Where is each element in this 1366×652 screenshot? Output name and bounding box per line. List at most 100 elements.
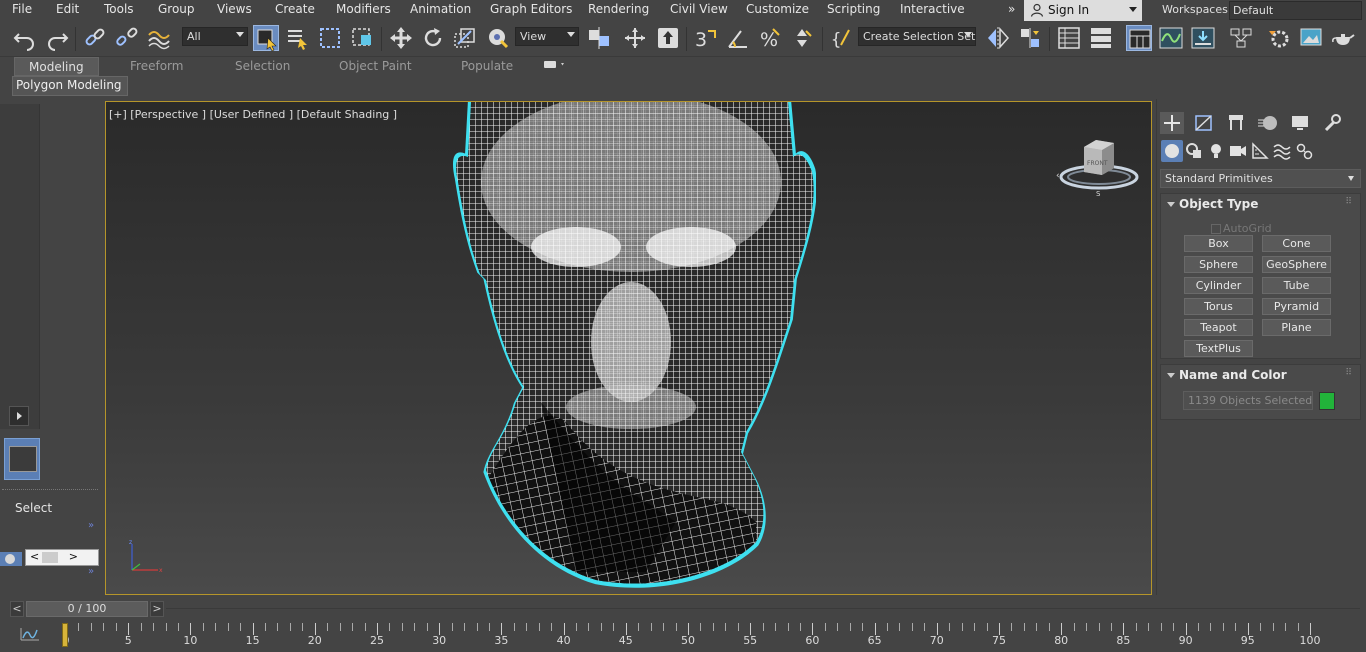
create-tab[interactable] [1160, 112, 1184, 134]
placement-button[interactable] [484, 25, 510, 51]
scene-explorer-button[interactable] [1056, 25, 1082, 51]
object-name-field[interactable]: 1139 Objects Selected [1183, 391, 1313, 410]
curve-editor-button[interactable] [1158, 25, 1184, 51]
workspaces-select[interactable]: Default [1229, 1, 1362, 20]
cone-button[interactable]: Cone [1262, 235, 1331, 252]
scroll-thumb[interactable] [42, 552, 58, 563]
keyboard-shortcut-override-button[interactable] [655, 25, 681, 51]
left-radio-button[interactable] [0, 552, 22, 566]
space-warps-button[interactable] [1271, 140, 1293, 162]
sphere-button[interactable]: Sphere [1184, 256, 1253, 273]
left-selection-tool-button[interactable] [4, 438, 40, 480]
viewport-label[interactable]: [+] [Perspective ] [User Defined ] [Defa… [109, 108, 397, 121]
undo-button[interactable] [12, 25, 38, 51]
menu-civil-view[interactable]: Civil View [670, 2, 728, 16]
toggle-ribbon-button[interactable] [1126, 25, 1152, 51]
menu-graph-editors[interactable]: Graph Editors [490, 2, 572, 16]
percent-snap-button[interactable]: % [757, 25, 783, 51]
modify-tab[interactable] [1192, 112, 1216, 134]
hierarchy-tab[interactable] [1224, 112, 1248, 134]
region-select-button[interactable] [317, 25, 343, 51]
redo-button[interactable] [44, 25, 70, 51]
double-chevron-icon[interactable]: » [88, 566, 94, 577]
autogrid-checkbox[interactable] [1211, 224, 1221, 234]
time-slider-next-button[interactable]: > [150, 601, 164, 617]
pivot-center-button[interactable] [586, 25, 612, 51]
double-chevron-icon[interactable]: » [88, 520, 94, 531]
menu-tools[interactable]: Tools [104, 2, 134, 16]
menu-modifiers[interactable]: Modifiers [336, 2, 391, 16]
wireframe-head-model[interactable] [446, 102, 816, 595]
object-type-title[interactable]: Object Type [1179, 197, 1258, 211]
menu-interactive[interactable]: Interactive [900, 2, 965, 16]
schematic-view-button[interactable] [1228, 25, 1254, 51]
geometry-button[interactable] [1161, 140, 1183, 162]
perspective-viewport[interactable]: [+] [Perspective ] [User Defined ] [Defa… [105, 101, 1152, 595]
move-button[interactable] [388, 25, 414, 51]
scale-button[interactable] [452, 25, 478, 51]
utilities-tab[interactable] [1320, 112, 1344, 134]
tab-modeling[interactable]: Modeling [14, 57, 99, 76]
tube-button[interactable]: Tube [1262, 277, 1331, 294]
snaps-toggle-button[interactable]: 3 [693, 25, 719, 51]
menu-customize[interactable]: Customize [746, 2, 809, 16]
object-color-swatch[interactable] [1319, 392, 1335, 410]
dope-sheet-button[interactable] [1190, 25, 1216, 51]
rollout-grip-icon[interactable]: ⠿ [1345, 368, 1352, 378]
time-slider-track[interactable] [166, 608, 1360, 609]
edit-named-selection-button[interactable]: { [829, 25, 855, 51]
render-production-button[interactable] [1330, 25, 1356, 51]
menu-scripting[interactable]: Scripting [827, 2, 880, 16]
menu-overflow[interactable]: » [1008, 2, 1015, 16]
tab-freeform[interactable]: Freeform [130, 59, 183, 73]
select-by-name-button[interactable] [285, 25, 311, 51]
rollout-grip-icon[interactable]: ⠿ [1345, 197, 1352, 207]
menu-group[interactable]: Group [158, 2, 195, 16]
render-setup-button[interactable] [1266, 25, 1292, 51]
collapse-triangle-icon[interactable] [1167, 373, 1175, 378]
time-slider-thumb[interactable]: 0 / 100 [26, 601, 148, 617]
left-expand-button[interactable] [9, 406, 29, 426]
cameras-button[interactable] [1227, 140, 1249, 162]
link-button[interactable] [82, 25, 108, 51]
teapot-button[interactable]: Teapot [1184, 319, 1253, 336]
geosphere-button[interactable]: GeoSphere [1262, 256, 1331, 273]
menu-edit[interactable]: Edit [56, 2, 79, 16]
menu-create[interactable]: Create [275, 2, 315, 16]
window-crossing-button[interactable] [349, 25, 375, 51]
display-tab[interactable] [1288, 112, 1312, 134]
torus-button[interactable]: Torus [1184, 298, 1253, 315]
reference-coordinate-dropdown[interactable]: View [515, 27, 579, 46]
motion-tab[interactable] [1256, 112, 1280, 134]
current-frame-marker[interactable] [62, 623, 68, 647]
mini-curve-editor-icon[interactable] [20, 626, 40, 642]
tab-selection[interactable]: Selection [235, 59, 290, 73]
spinner-snap-button[interactable] [789, 25, 815, 51]
bind-space-warp-button[interactable] [146, 25, 172, 51]
systems-button[interactable] [1293, 140, 1315, 162]
name-and-color-title[interactable]: Name and Color [1179, 368, 1287, 382]
selection-filter-dropdown[interactable]: All [182, 27, 248, 46]
ribbon-polygon-modeling-panel[interactable]: Polygon Modeling [12, 76, 128, 96]
cylinder-button[interactable]: Cylinder [1184, 277, 1253, 294]
pyramid-button[interactable]: Pyramid [1262, 298, 1331, 315]
menu-file[interactable]: File [12, 2, 32, 16]
angle-snap-button[interactable] [725, 25, 751, 51]
tab-object-paint[interactable]: Object Paint [339, 59, 412, 73]
sign-in-dropdown[interactable]: Sign In [1024, 0, 1142, 21]
select-manipulate-button[interactable] [622, 25, 648, 51]
trackbar-ruler[interactable]: 0510152025303540455055606570758085909510… [62, 621, 1322, 652]
tab-populate[interactable]: Populate [461, 59, 513, 73]
shapes-button[interactable] [1183, 140, 1205, 162]
time-slider-prev-button[interactable]: < [10, 601, 24, 617]
menu-animation[interactable]: Animation [410, 2, 471, 16]
viewcube[interactable]: FRONT ‹ S [1052, 132, 1142, 202]
rotate-button[interactable] [420, 25, 446, 51]
menu-rendering[interactable]: Rendering [588, 2, 649, 16]
mirror-button[interactable] [985, 25, 1011, 51]
select-object-button[interactable] [253, 25, 279, 52]
align-button[interactable] [1017, 25, 1043, 51]
unlink-button[interactable] [114, 25, 140, 51]
plane-button[interactable]: Plane [1262, 319, 1331, 336]
ribbon-options-button[interactable] [543, 59, 567, 71]
